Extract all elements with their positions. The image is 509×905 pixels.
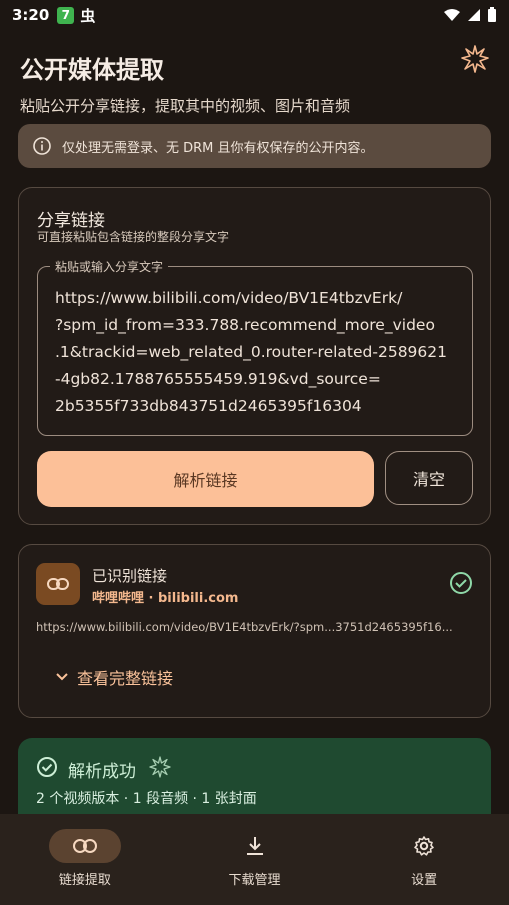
- page-header: 公开媒体提取 粘贴公开分享链接，提取其中的视频、图片和音频: [20, 45, 490, 116]
- view-full-link-button[interactable]: 查看完整链接: [55, 665, 173, 689]
- page-title: 公开媒体提取: [20, 56, 164, 84]
- share-input-value[interactable]: https://www.bilibili.com/video/BV1E4tbzv…: [55, 285, 457, 420]
- share-hint: 可直接粘贴包含链接的整段分享文字: [37, 230, 230, 244]
- clear-button[interactable]: 清空: [385, 451, 473, 505]
- check-circle-icon: [37, 757, 57, 777]
- download-icon: [246, 837, 263, 855]
- link-url-preview: https://www.bilibili.com/video/BV1E4tbzv…: [36, 620, 453, 634]
- status-time: 3:20: [12, 6, 50, 24]
- battery-icon: [488, 7, 496, 22]
- status-bar: 3:20 7 虫: [0, 0, 509, 30]
- share-input-label: 粘贴或输入分享文字: [50, 258, 169, 275]
- link-icon: [72, 839, 97, 853]
- gear-icon: [414, 836, 434, 856]
- nav-active-indicator: [48, 829, 121, 863]
- nav-download-manager[interactable]: 下载管理: [170, 814, 340, 905]
- info-icon: [33, 137, 51, 155]
- link-icon-box: [36, 563, 80, 605]
- view-full-link-label: 查看完整链接: [77, 669, 174, 688]
- link-icon: [47, 578, 69, 590]
- success-title: 解析成功: [68, 762, 136, 782]
- sparkle-button[interactable]: [458, 42, 492, 76]
- recognized-link-card: 已识别链接 哔哩哔哩 · bilibili.com https://www.bi…: [18, 544, 491, 718]
- share-text-input[interactable]: 粘贴或输入分享文字 https://www.bilibili.com/video…: [37, 258, 473, 436]
- signal-icon: [468, 9, 480, 21]
- parse-link-button[interactable]: 解析链接: [37, 451, 374, 507]
- sparkle-icon: [461, 45, 489, 73]
- nav-link-extract[interactable]: 链接提取: [0, 814, 170, 905]
- check-circle-icon: [450, 572, 472, 594]
- sparkle-icon: [149, 756, 171, 778]
- app-notification-glyph: 虫: [80, 6, 96, 25]
- page-subtitle: 粘贴公开分享链接，提取其中的视频、图片和音频: [20, 97, 351, 115]
- notice-banner: 仅处理无需登录、无 DRM 且你有权保存的公开内容。: [18, 124, 491, 168]
- chevron-down-icon: [56, 673, 68, 681]
- notice-text: 仅处理无需登录、无 DRM 且你有权保存的公开内容。: [62, 140, 374, 156]
- wifi-icon: [444, 9, 460, 21]
- nav-label: 设置: [411, 873, 438, 888]
- nav-label: 链接提取: [58, 873, 111, 888]
- recognized-link-title: 已识别链接: [92, 567, 168, 585]
- status-badge: 7: [57, 6, 75, 24]
- link-source: 哔哩哔哩 · bilibili.com: [92, 591, 239, 606]
- nav-label: 下载管理: [228, 873, 281, 888]
- bottom-navigation: 链接提取 下载管理 设置: [0, 814, 509, 905]
- success-detail: 2 个视频版本 · 1 段音频 · 1 张封面: [36, 791, 257, 807]
- share-link-card: 分享链接 可直接粘贴包含链接的整段分享文字 粘贴或输入分享文字 https://…: [18, 187, 491, 525]
- nav-settings[interactable]: 设置: [339, 814, 509, 905]
